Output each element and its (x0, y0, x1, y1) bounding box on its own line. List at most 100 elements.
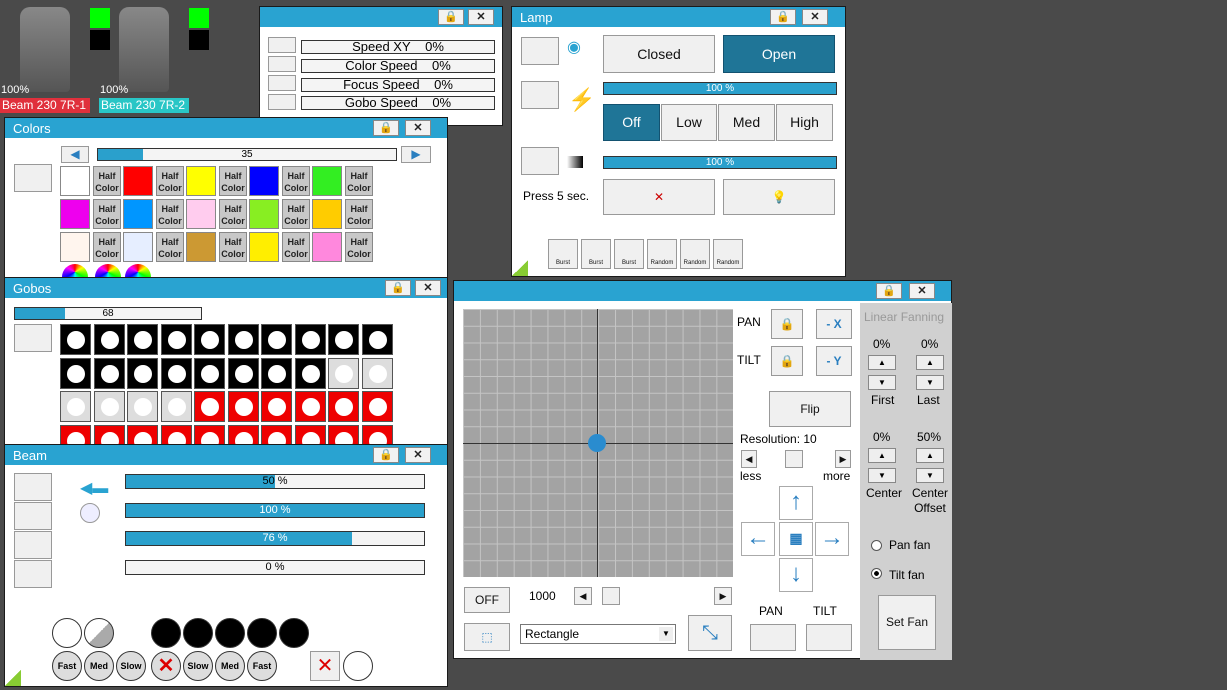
color-swatch[interactable] (123, 166, 153, 196)
speed-med-button-2[interactable]: Med (215, 651, 245, 681)
off-button[interactable]: OFF (464, 587, 510, 613)
gobo-icon[interactable] (160, 324, 192, 355)
off-button[interactable]: Off (603, 104, 660, 141)
offset-up-button[interactable]: ▲ (916, 448, 944, 463)
pie-icon-5[interactable] (279, 618, 309, 648)
color-swatch[interactable] (123, 232, 153, 262)
color-slider[interactable]: 35 (97, 148, 397, 161)
med-button[interactable]: Med (718, 104, 775, 141)
lock-icon[interactable]: 🔒 (770, 9, 796, 25)
resize-grip-icon[interactable] (512, 260, 528, 276)
half-color-button[interactable]: Half Color (93, 166, 121, 196)
color-swatch[interactable] (312, 199, 342, 229)
gobo-icon[interactable] (93, 324, 125, 355)
beam-button-1[interactable] (14, 473, 52, 501)
minus-y-button[interactable]: - Y (816, 346, 852, 376)
beam-circle-1[interactable] (52, 618, 82, 648)
offset-down-button[interactable]: ▼ (916, 468, 944, 483)
gobo-icon[interactable] (261, 391, 292, 422)
resize-grip-icon[interactable] (5, 670, 21, 686)
pan-lock-icon[interactable]: 🔒 (771, 309, 803, 339)
gobo-speed-button[interactable] (268, 94, 296, 110)
speed-slow-button-2[interactable]: Slow (183, 651, 213, 681)
gobo-icon[interactable] (127, 324, 158, 355)
lamp-on-button[interactable]: 💡 (723, 179, 835, 215)
color-swatch[interactable] (60, 166, 90, 196)
up-arrow-icon[interactable]: ↑ (779, 486, 813, 520)
gobo-icon[interactable] (294, 424, 326, 446)
gobo-icon[interactable] (194, 357, 225, 389)
effect-burst-2[interactable]: Burst (581, 239, 611, 269)
effect-burst-3[interactable]: Burst (614, 239, 644, 269)
close-icon[interactable]: ✕ (415, 280, 441, 296)
speed-slow-button[interactable]: Slow (116, 651, 146, 681)
last-down-button[interactable]: ▼ (916, 375, 944, 390)
pan-button[interactable] (750, 624, 796, 651)
color-swatch[interactable] (123, 199, 153, 229)
lock-icon[interactable]: 🔒 (385, 280, 411, 296)
gobo-icon[interactable] (361, 424, 393, 446)
focus-speed-bar[interactable]: Focus Speed 0% (301, 78, 495, 92)
minus-x-button[interactable]: - X (816, 309, 852, 339)
step-left-button[interactable]: ◀ (574, 587, 592, 605)
close-icon[interactable]: ✕ (468, 9, 494, 25)
lock-icon[interactable]: 🔒 (373, 120, 399, 136)
half-color-button[interactable]: Half Color (156, 199, 184, 229)
color-swatch[interactable] (60, 199, 90, 229)
speed-fast-button-2[interactable]: Fast (247, 651, 277, 681)
center-down-button[interactable]: ▼ (868, 468, 896, 483)
gobo-icon[interactable] (60, 424, 91, 446)
beam-circle-2[interactable] (84, 618, 114, 648)
color-swatch[interactable] (186, 232, 216, 262)
next-arrow-icon[interactable]: ▶ (401, 146, 431, 163)
gobo-icon[interactable] (227, 357, 259, 389)
gobo-icon[interactable] (60, 324, 91, 355)
gobo-icon[interactable] (194, 424, 225, 446)
pan-fan-radio[interactable] (871, 540, 882, 551)
close-icon[interactable]: ✕ (405, 120, 431, 136)
gobo-icon[interactable] (261, 324, 292, 355)
shape-select[interactable]: Rectangle ▼ (520, 624, 676, 644)
pie-icon-1[interactable] (151, 618, 181, 648)
half-color-button[interactable]: Half Color (93, 199, 121, 229)
color-swatch[interactable] (312, 232, 342, 262)
half-color-button[interactable]: Half Color (282, 232, 310, 262)
gobo-icon[interactable] (93, 424, 125, 446)
gobo-icon[interactable] (328, 391, 359, 422)
gobo-icon[interactable] (60, 357, 91, 389)
prev-arrow-icon[interactable]: ◀ (61, 146, 89, 163)
beam-button-4[interactable] (14, 560, 52, 588)
closed-button[interactable]: Closed (603, 35, 715, 73)
half-color-button[interactable]: Half Color (345, 199, 373, 229)
speed-xy-bar[interactable]: Speed XY 0% (301, 40, 495, 54)
reset-on-button[interactable] (343, 651, 373, 681)
half-color-button[interactable]: Half Color (93, 232, 121, 262)
shape-icon[interactable]: ⬚ (464, 623, 510, 651)
beam-bar-4[interactable]: 0 % (125, 560, 425, 575)
swap-icon[interactable]: ⤡ (688, 615, 732, 651)
xy-pad[interactable] (463, 309, 733, 577)
tilt-button[interactable] (806, 624, 852, 651)
tilt-lock-icon[interactable]: 🔒 (771, 346, 803, 376)
last-up-button[interactable]: ▲ (916, 355, 944, 370)
pie-icon-3[interactable] (215, 618, 245, 648)
center-icon[interactable]: ▦ (779, 522, 813, 556)
half-color-button[interactable]: Half Color (219, 166, 247, 196)
gobo-icon[interactable] (328, 357, 359, 389)
reset-off-button[interactable]: ✕ (310, 651, 340, 681)
close-icon[interactable]: ✕ (405, 447, 431, 463)
gobo-icon[interactable] (361, 391, 393, 422)
gobo-icon[interactable] (227, 391, 259, 422)
half-color-button[interactable]: Half Color (282, 199, 310, 229)
center-up-button[interactable]: ▲ (868, 448, 896, 463)
gobo-icon[interactable] (60, 391, 91, 422)
colors-button[interactable] (14, 164, 52, 192)
dimmer-button[interactable] (521, 147, 559, 175)
tilt-fan-radio[interactable] (871, 568, 882, 579)
close-icon[interactable]: ✕ (802, 9, 828, 25)
pie-icon-2[interactable] (183, 618, 213, 648)
speed-stop-button[interactable]: ✕ (151, 651, 181, 681)
color-swatch[interactable] (249, 232, 279, 262)
half-color-button[interactable]: Half Color (156, 232, 184, 262)
gobo-icon[interactable] (127, 357, 158, 389)
